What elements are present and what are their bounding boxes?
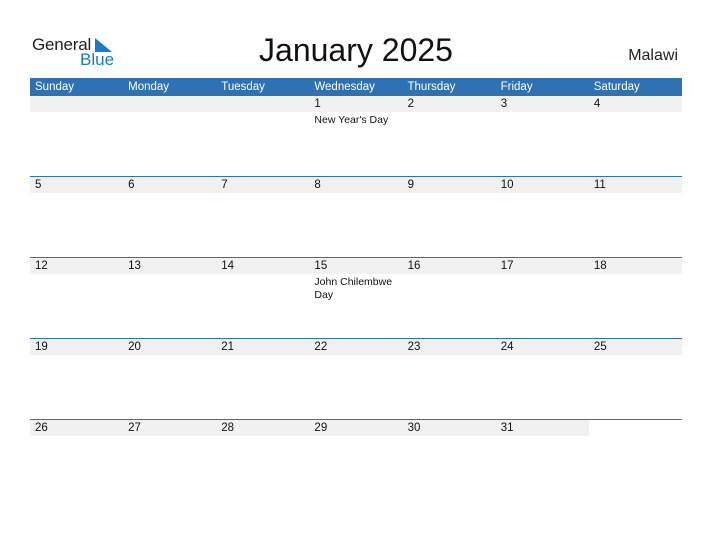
day-number: 25 bbox=[593, 341, 607, 353]
day-cell: 11 bbox=[589, 177, 682, 258]
day-cell: 3 bbox=[496, 96, 589, 177]
day-cell bbox=[216, 96, 309, 177]
day-number: 29 bbox=[314, 422, 328, 434]
day-number: 27 bbox=[128, 422, 141, 434]
day-cell: 13 bbox=[123, 258, 216, 339]
day-cell: 4 bbox=[589, 96, 682, 177]
day-number: 23 bbox=[407, 341, 421, 353]
day-cell: 24 bbox=[496, 339, 589, 420]
day-cell: 18 bbox=[589, 258, 682, 339]
weekday-header: Sunday Monday Tuesday Wednesday Thursday… bbox=[30, 78, 682, 96]
day-number: 6 bbox=[128, 179, 135, 191]
day-cell: 16 bbox=[403, 258, 496, 339]
day-cell: 10 bbox=[496, 177, 589, 258]
day-cell: 27 bbox=[123, 420, 216, 501]
day-cell: 2 bbox=[403, 96, 496, 177]
day-number: 21 bbox=[221, 341, 235, 353]
day-number: 15 bbox=[314, 260, 328, 272]
day-cell: 14 bbox=[216, 258, 309, 339]
holiday-label: John Chilembwe Day bbox=[314, 276, 393, 301]
day-cell: 31 bbox=[496, 420, 589, 501]
day-number: 12 bbox=[35, 260, 48, 272]
day-number: 11 bbox=[593, 179, 606, 191]
week-row: 26 27 28 29 30 31 bbox=[30, 419, 682, 501]
day-cell: 22 bbox=[309, 339, 402, 420]
day-number: 30 bbox=[407, 422, 421, 434]
day-cell bbox=[123, 96, 216, 177]
day-number bbox=[128, 96, 216, 112]
day-cell: 28 bbox=[216, 420, 309, 501]
weekday-wednesday: Wednesday bbox=[314, 81, 375, 93]
day-number: 10 bbox=[500, 179, 514, 191]
day-cell: 20 bbox=[123, 339, 216, 420]
week-row: 5 6 7 8 9 10 11 bbox=[30, 176, 682, 258]
week-row: 19 20 21 22 23 24 25 bbox=[30, 338, 682, 420]
weekday-saturday: Saturday bbox=[593, 81, 640, 93]
day-number bbox=[35, 96, 123, 112]
weekday-sunday: Sunday bbox=[35, 81, 75, 93]
week-row: 12 13 14 15 John Chilembwe Day 16 17 18 bbox=[30, 257, 682, 339]
day-cell: 19 bbox=[30, 339, 123, 420]
day-number: 4 bbox=[593, 98, 601, 110]
day-number bbox=[221, 96, 309, 112]
day-number: 1 bbox=[314, 98, 321, 110]
day-cell: 8 bbox=[309, 177, 402, 258]
day-number: 17 bbox=[500, 260, 514, 272]
day-number: 5 bbox=[35, 179, 42, 191]
day-cell: 29 bbox=[309, 420, 402, 501]
day-number: 28 bbox=[221, 422, 235, 434]
day-number: 3 bbox=[500, 98, 508, 110]
day-number: 2 bbox=[407, 98, 414, 110]
day-number bbox=[594, 420, 682, 436]
day-number: 8 bbox=[314, 179, 321, 191]
day-number: 16 bbox=[407, 260, 421, 272]
day-cell: 21 bbox=[216, 339, 309, 420]
day-number: 22 bbox=[314, 341, 328, 353]
day-cell: 30 bbox=[403, 420, 496, 501]
day-cell: 7 bbox=[216, 177, 309, 258]
holiday-label: New Year's Day bbox=[314, 114, 389, 126]
weekday-thursday: Thursday bbox=[407, 81, 456, 93]
day-number: 13 bbox=[128, 260, 141, 272]
country-name: Malawi bbox=[628, 47, 678, 64]
day-cell: 12 bbox=[30, 258, 123, 339]
day-number: 7 bbox=[221, 179, 228, 191]
day-cell bbox=[30, 96, 123, 177]
day-number: 26 bbox=[35, 422, 48, 434]
day-cell: 1 New Year's Day bbox=[309, 96, 402, 177]
day-cell bbox=[589, 420, 682, 501]
weekday-tuesday: Tuesday bbox=[221, 81, 265, 93]
day-number: 19 bbox=[35, 341, 48, 353]
day-number: 20 bbox=[128, 341, 141, 353]
day-cell: 23 bbox=[403, 339, 496, 420]
day-cell: 9 bbox=[403, 177, 496, 258]
day-number: 18 bbox=[593, 260, 607, 272]
day-cell: 6 bbox=[123, 177, 216, 258]
week-row: 1 New Year's Day 2 3 4 bbox=[30, 96, 682, 177]
weekday-friday: Friday bbox=[500, 81, 533, 93]
weekday-monday: Monday bbox=[128, 81, 170, 93]
calendar-title: January 2025 bbox=[259, 32, 453, 68]
day-cell: 26 bbox=[30, 420, 123, 501]
day-number: 24 bbox=[500, 341, 514, 353]
day-number: 14 bbox=[221, 260, 235, 272]
day-number: 9 bbox=[407, 179, 414, 191]
day-cell: 5 bbox=[30, 177, 123, 258]
day-cell: 15 John Chilembwe Day bbox=[309, 258, 402, 339]
day-cell: 25 bbox=[589, 339, 682, 420]
day-cell: 17 bbox=[496, 258, 589, 339]
day-number: 31 bbox=[500, 422, 514, 434]
